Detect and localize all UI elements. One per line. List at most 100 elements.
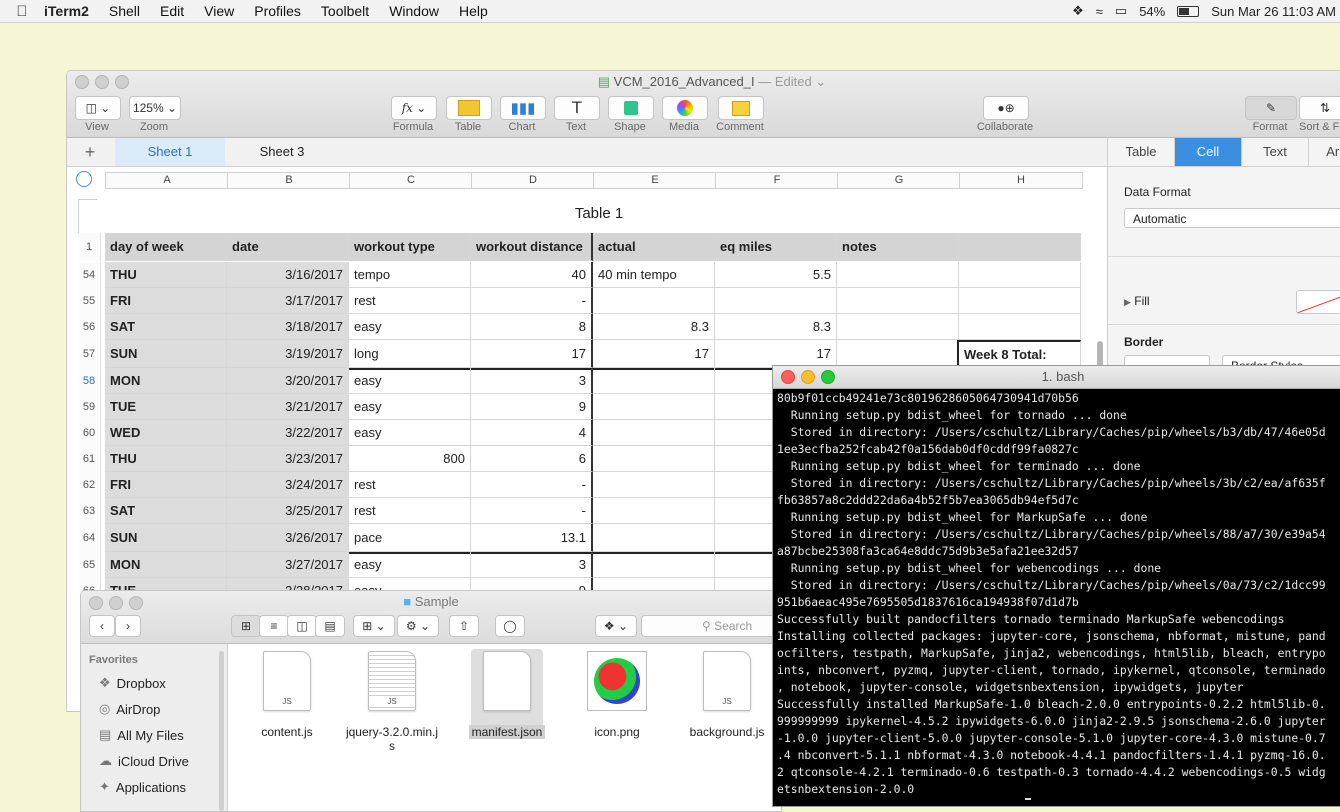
- tab-arrange[interactable]: Arra: [1309, 138, 1340, 166]
- cell-notes[interactable]: [837, 314, 959, 340]
- document-title[interactable]: VCM_2016_Advanced_I: [614, 74, 755, 89]
- tab-sheet-3[interactable]: Sheet 3: [227, 138, 337, 166]
- tab-table[interactable]: Table: [1108, 138, 1175, 166]
- sidebar-item-all-my-files[interactable]: ▤ All My Files: [99, 724, 184, 746]
- sidebar-scrollbar[interactable]: [219, 651, 224, 811]
- chart-button[interactable]: ▮▮▮: [500, 96, 546, 120]
- header-date[interactable]: date: [227, 233, 349, 261]
- cell-date[interactable]: 3/25/2017: [227, 498, 349, 524]
- column-header-c[interactable]: C: [349, 172, 472, 189]
- cell-notes[interactable]: [837, 288, 959, 314]
- column-header-a[interactable]: A: [105, 172, 228, 189]
- cell-distance[interactable]: -: [471, 288, 593, 314]
- sidebar-item-icloud-drive[interactable]: ☁ iCloud Drive: [99, 750, 189, 772]
- menu-app-name[interactable]: iTerm2: [44, 3, 89, 19]
- search-field[interactable]: ⚲ Search: [641, 615, 781, 637]
- cell-date[interactable]: 3/19/2017: [227, 340, 349, 368]
- row-number-55[interactable]: 55: [78, 288, 101, 314]
- icon-view-button[interactable]: ⊞: [231, 615, 261, 637]
- sort-button[interactable]: ⇅: [1299, 96, 1340, 120]
- table-button[interactable]: [446, 96, 492, 120]
- cell-notes[interactable]: [837, 340, 959, 368]
- list-view-button[interactable]: ≡: [259, 615, 289, 637]
- table-title[interactable]: Table 1: [105, 205, 1093, 222]
- row-number-63[interactable]: 63: [78, 498, 101, 524]
- column-header-f[interactable]: F: [715, 172, 838, 189]
- cell-type[interactable]: tempo: [349, 262, 471, 288]
- menu-help[interactable]: Help: [459, 3, 488, 19]
- airplay-icon[interactable]: ▭: [1115, 3, 1127, 19]
- cell-h[interactable]: Week 8 Total:: [959, 340, 1081, 368]
- cell-type[interactable]: rest: [349, 498, 471, 524]
- cell-distance[interactable]: 8: [471, 314, 593, 340]
- row-number-58[interactable]: 58: [78, 368, 101, 394]
- menu-shell[interactable]: Shell: [109, 3, 140, 19]
- cell-date[interactable]: 3/16/2017: [227, 262, 349, 288]
- row-number-56[interactable]: 56: [78, 314, 101, 340]
- cell-notes[interactable]: [837, 262, 959, 288]
- terminal-output[interactable]: 80b9f01ccb49241e73c8019628605064730941d7…: [777, 390, 1337, 798]
- collaborate-button[interactable]: ●⊕: [983, 96, 1029, 120]
- cell-actual[interactable]: [593, 368, 715, 394]
- cell-distance[interactable]: 6: [471, 446, 593, 472]
- column-header-e[interactable]: E: [593, 172, 716, 189]
- sidebar-item-applications[interactable]: ✦ Applications: [99, 776, 186, 798]
- tags-button[interactable]: ◯: [495, 615, 525, 637]
- cell-date[interactable]: 3/20/2017: [227, 368, 349, 394]
- clock[interactable]: Sun Mar 26 11:03 AM: [1211, 4, 1336, 19]
- shape-button[interactable]: [608, 96, 654, 120]
- tab-sheet-1[interactable]: Sheet 1: [115, 138, 225, 166]
- sidebar-item-dropbox[interactable]: ❖ Dropbox: [99, 672, 166, 694]
- comment-button[interactable]: [718, 96, 764, 120]
- cell-day[interactable]: MON: [105, 552, 227, 578]
- column-header-b[interactable]: B: [227, 172, 350, 189]
- cell-date[interactable]: 3/18/2017: [227, 314, 349, 340]
- data-format-select[interactable]: Automatic: [1124, 208, 1340, 228]
- cell-day[interactable]: MON: [105, 368, 227, 394]
- cell-actual[interactable]: 8.3: [593, 314, 715, 340]
- cell-day[interactable]: SUN: [105, 340, 227, 368]
- column-header-h[interactable]: H: [959, 172, 1083, 189]
- row-number-57[interactable]: 57: [78, 340, 101, 368]
- cell-day[interactable]: WED: [105, 420, 227, 446]
- tab-cell[interactable]: Cell: [1175, 138, 1242, 166]
- cell-date[interactable]: 3/23/2017: [227, 446, 349, 472]
- cell-type[interactable]: easy: [349, 314, 471, 340]
- row-number-61[interactable]: 61: [78, 446, 101, 472]
- cell-actual[interactable]: [593, 498, 715, 524]
- fill-toggle[interactable]: ▶ Fill: [1124, 294, 1150, 308]
- select-all-button[interactable]: [76, 171, 92, 187]
- cell-distance[interactable]: 17: [471, 340, 593, 368]
- cell-type[interactable]: easy: [349, 420, 471, 446]
- cell-type[interactable]: 800: [349, 446, 471, 472]
- cell-actual[interactable]: 40 min tempo: [593, 262, 715, 288]
- file-background-js[interactable]: JS background.js: [672, 651, 781, 739]
- cell-date[interactable]: 3/24/2017: [227, 472, 349, 498]
- row-number-64[interactable]: 64: [78, 524, 101, 552]
- cell-h[interactable]: [959, 314, 1081, 340]
- cell-type[interactable]: rest: [349, 472, 471, 498]
- cell-distance[interactable]: 3: [471, 368, 593, 394]
- cell-actual[interactable]: 17: [593, 340, 715, 368]
- arrange-button[interactable]: ⊞ ⌄: [353, 615, 395, 637]
- cell-h[interactable]: [959, 288, 1081, 314]
- back-button[interactable]: ‹: [89, 615, 115, 637]
- cell-actual[interactable]: [593, 446, 715, 472]
- cell-actual[interactable]: [593, 472, 715, 498]
- header-actual[interactable]: actual: [593, 233, 715, 261]
- cell-h[interactable]: [959, 262, 1081, 288]
- cell-date[interactable]: 3/26/2017: [227, 524, 349, 552]
- sidebar-item-airdrop[interactable]: ◎ AirDrop: [99, 698, 160, 720]
- cell-distance[interactable]: 13.1: [471, 524, 593, 552]
- cell-type[interactable]: long: [349, 340, 471, 368]
- cell-eq-miles[interactable]: 8.3: [715, 314, 837, 340]
- cell-distance[interactable]: -: [471, 498, 593, 524]
- cell-eq-miles[interactable]: [715, 288, 837, 314]
- chevron-down-icon[interactable]: ⌄: [815, 74, 826, 89]
- wifi-icon[interactable]: ≈: [1096, 4, 1103, 19]
- cell-date[interactable]: 3/27/2017: [227, 552, 349, 578]
- battery-percent[interactable]: 54%: [1139, 4, 1165, 19]
- header-workout-distance[interactable]: workout distance: [471, 233, 593, 261]
- add-sheet-button[interactable]: +: [75, 138, 105, 166]
- cell-actual[interactable]: [593, 524, 715, 552]
